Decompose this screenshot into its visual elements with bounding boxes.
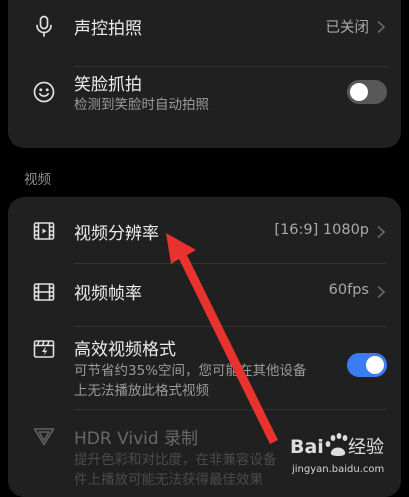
baidu-logo: Bai 经验 jingyan.baidu.com	[290, 433, 384, 475]
toggle-knob	[350, 83, 368, 101]
video-frame-rate-title: 视频帧率	[74, 284, 142, 304]
video-frame-rate-row[interactable]: 视频帧率 60fps	[8, 264, 401, 326]
video-section-label: 视频	[24, 172, 51, 188]
smiley-face-icon	[33, 81, 55, 103]
video-frame-rate-value: 60fps	[328, 282, 369, 298]
voice-capture-row[interactable]: 声控拍照 已关闭	[8, 0, 401, 52]
baidu-jingyan-watermark: Bai 经验 jingyan.baidu.com	[288, 428, 403, 476]
voice-capture-title: 声控拍照	[74, 19, 142, 39]
hdr-triangle-icon	[33, 428, 55, 446]
voice-capture-value: 已关闭	[325, 20, 370, 36]
hdr-vivid-subtitle-line2: 件上播放可能无法获得最佳效果	[74, 472, 263, 488]
efficient-format-row[interactable]: 高效视频格式 可节省约35%空间，您可能在其他设备 上无法播放此格式视频	[8, 327, 401, 409]
clapperboard-icon	[33, 340, 55, 358]
chevron-right-icon	[377, 285, 386, 299]
smile-capture-title: 笑脸抓拍	[74, 75, 142, 95]
smile-capture-toggle[interactable]	[347, 80, 387, 104]
svg-text:Bai: Bai	[290, 436, 324, 458]
efficient-format-subtitle-line1: 可节省约35%空间，您可能在其他设备	[74, 363, 307, 379]
watermark-url: jingyan.baidu.com	[291, 464, 384, 475]
film-play-icon	[33, 222, 55, 240]
video-resolution-title: 视频分辨率	[74, 224, 159, 244]
divider	[74, 66, 387, 67]
chevron-right-icon	[377, 225, 386, 239]
film-strip-icon	[33, 283, 55, 301]
efficient-format-toggle[interactable]	[347, 353, 387, 377]
smile-capture-subtitle: 检测到笑脸时自动拍照	[74, 97, 209, 113]
efficient-format-subtitle-line2: 上无法播放此格式视频	[74, 383, 209, 399]
video-resolution-value: [16:9] 1080p	[274, 222, 369, 238]
efficient-format-title: 高效视频格式	[74, 340, 176, 360]
toggle-knob	[366, 356, 384, 374]
microphone-icon	[36, 15, 52, 37]
photo-settings-card: 声控拍照 已关闭 笑脸抓拍 检测到笑脸时自动拍照	[8, 0, 401, 148]
chevron-right-icon	[377, 20, 386, 34]
hdr-vivid-subtitle-line1: 提升色彩和对比度，在非兼容设备	[74, 452, 277, 468]
watermark-text: 经验	[348, 437, 384, 458]
hdr-vivid-title: HDR Vivid 录制	[74, 429, 199, 449]
video-resolution-row[interactable]: 视频分辨率 [16:9] 1080p	[8, 197, 401, 263]
smile-capture-row[interactable]: 笑脸抓拍 检测到笑脸时自动拍照	[8, 68, 401, 134]
